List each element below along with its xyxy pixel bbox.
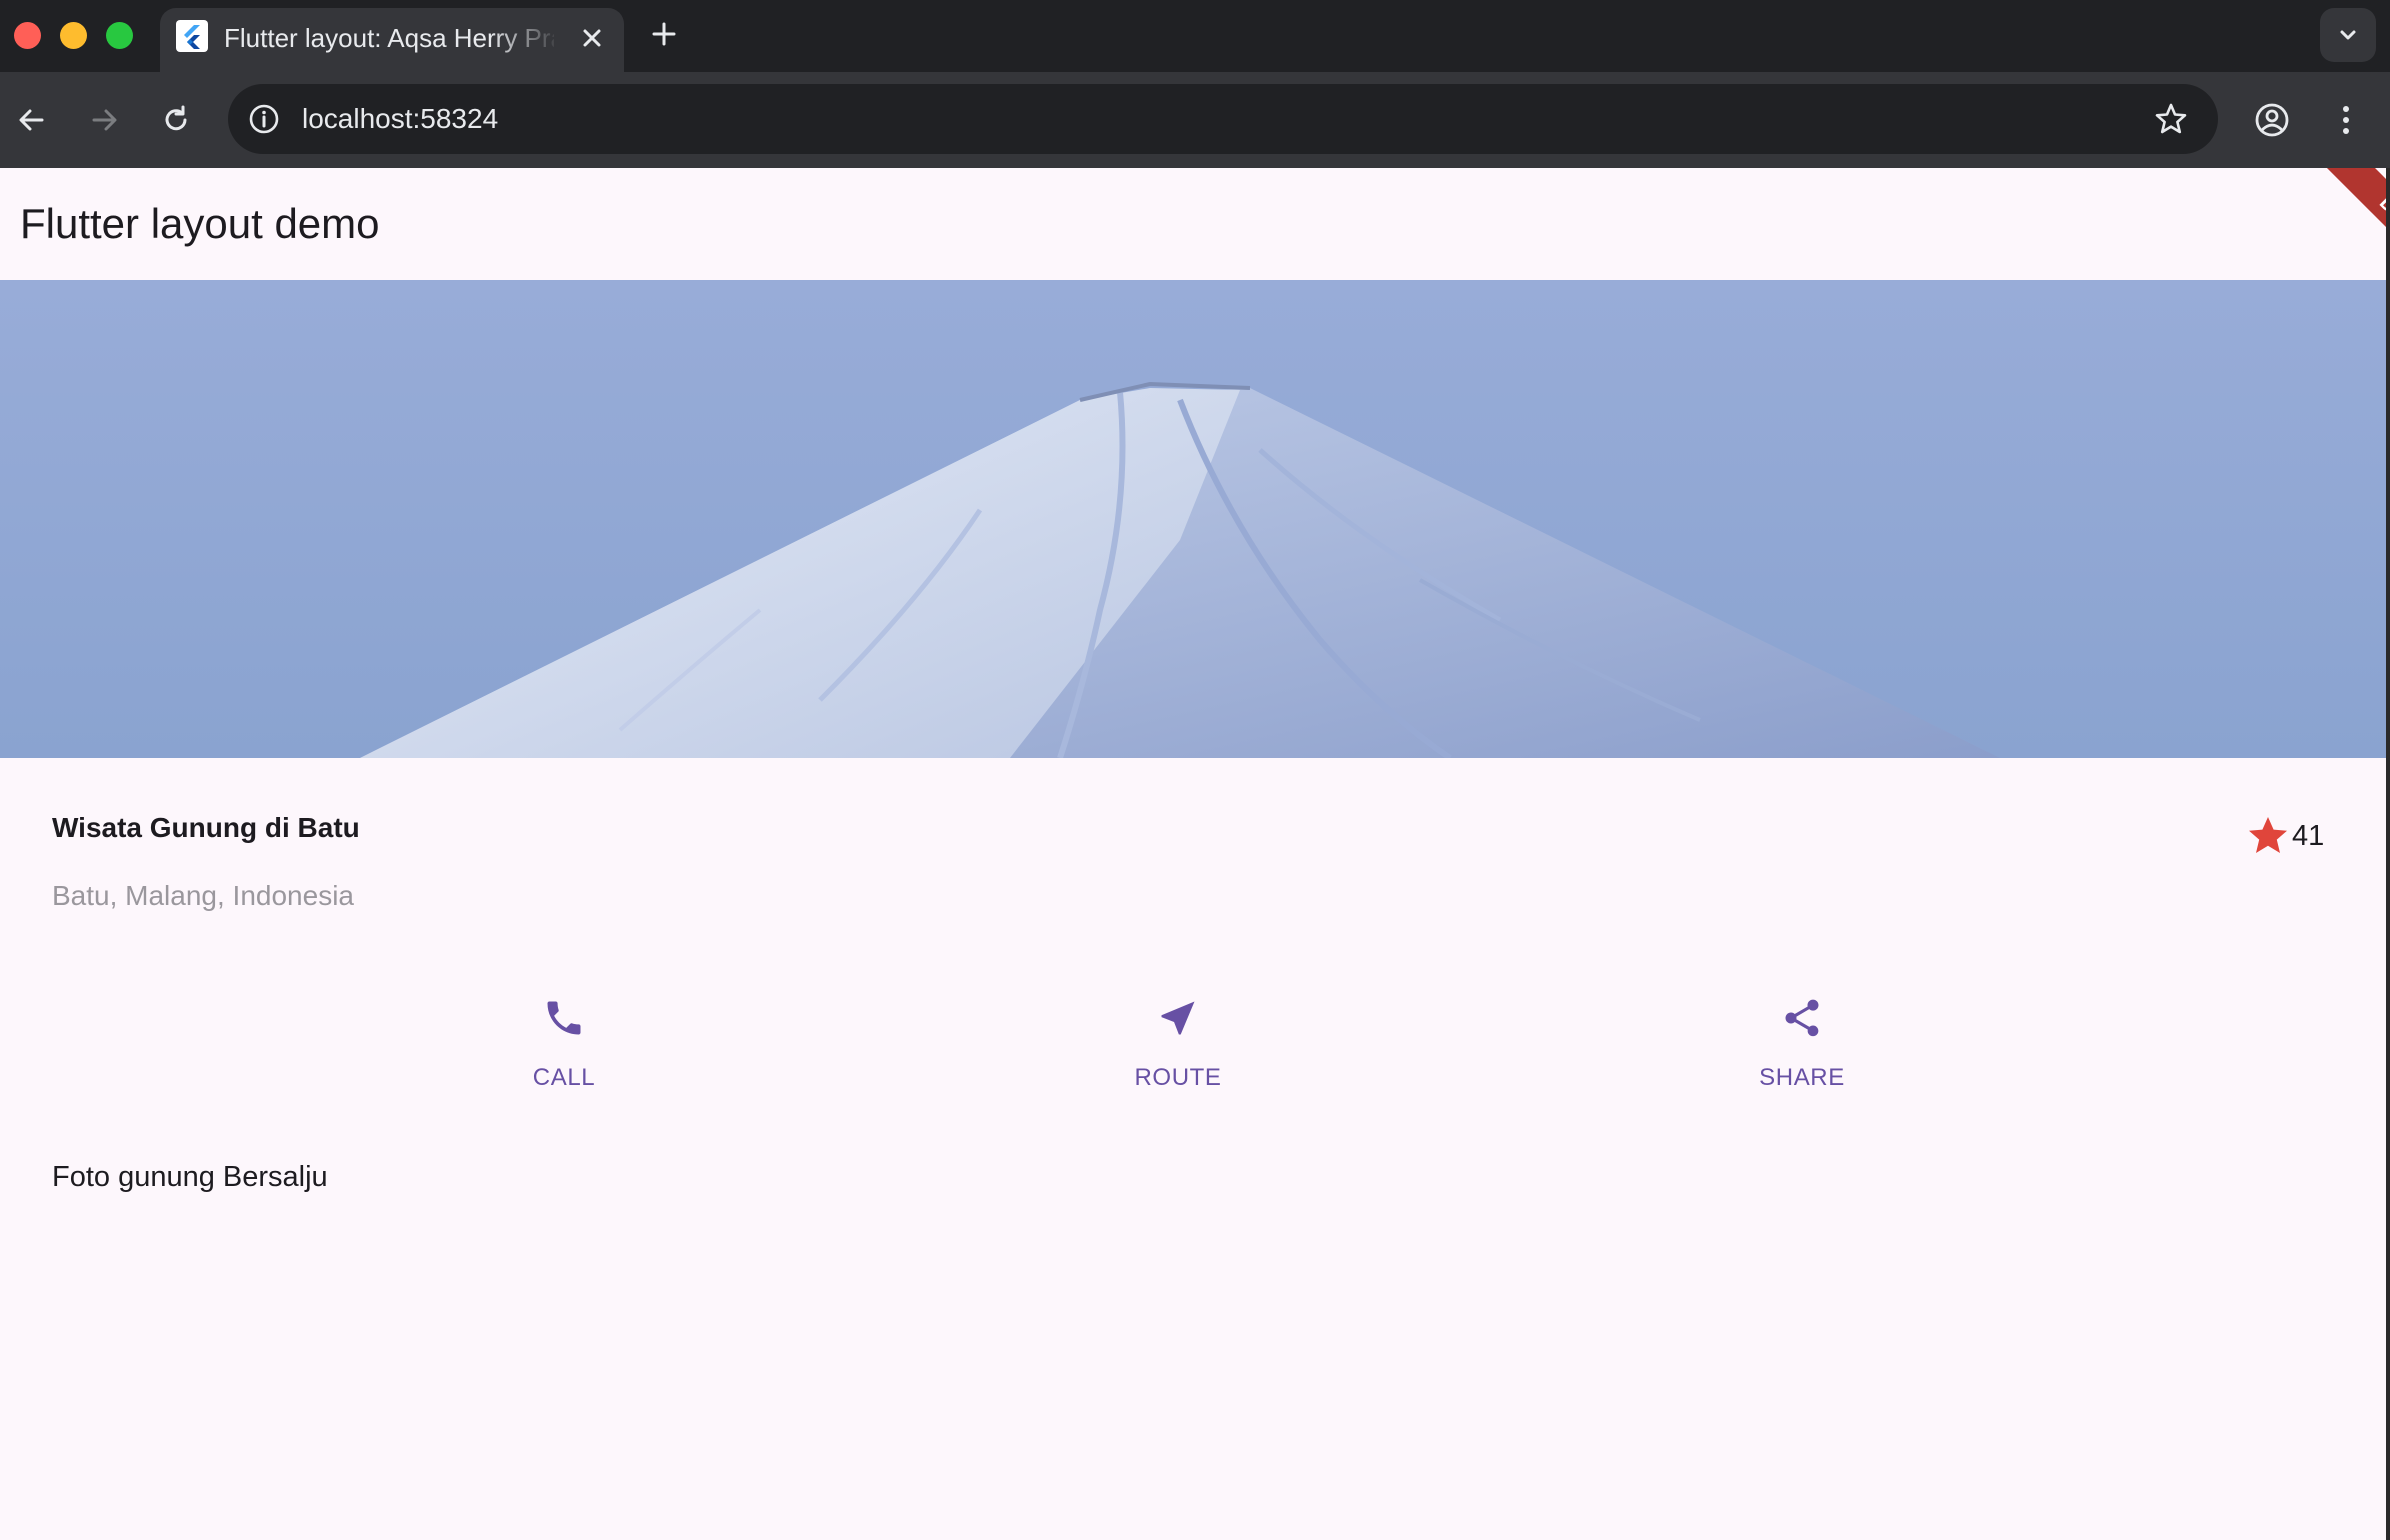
close-icon[interactable] <box>576 22 608 54</box>
url-text[interactable]: localhost:58324 <box>302 84 498 154</box>
star-outline-icon[interactable] <box>2152 100 2190 138</box>
account-circle-icon[interactable] <box>2252 100 2292 140</box>
browser-tab-bar: Flutter layout: Aqsa Herry Pratama <box>0 0 2390 72</box>
share-button[interactable]: SHARE <box>1702 988 1902 1098</box>
mountain-image <box>0 280 2390 758</box>
app-viewport: Flutter layout demo DEBUG <box>0 168 2390 1540</box>
button-section: CALL ROUTE SHARE <box>0 988 2390 1098</box>
phone-icon <box>547 1001 581 1035</box>
star-icon <box>2249 817 2287 853</box>
tab-title-fade <box>490 18 560 58</box>
reload-icon[interactable] <box>156 100 196 140</box>
page-title: Flutter layout demo <box>20 200 380 247</box>
call-button[interactable]: CALL <box>464 988 664 1098</box>
address-bar[interactable]: localhost:58324 <box>228 84 2218 154</box>
more-vert-icon[interactable] <box>2326 100 2366 140</box>
window-minimize-button[interactable] <box>60 22 87 49</box>
info-icon[interactable] <box>246 101 282 137</box>
description-text: Foto gunung Bersalju <box>52 1161 328 1193</box>
rating-count: 41 <box>2292 820 2325 852</box>
place-location: Batu, Malang, Indonesia <box>52 880 354 911</box>
route-button[interactable]: ROUTE <box>1078 988 1278 1098</box>
window-maximize-button[interactable] <box>106 22 133 49</box>
text-section: Foto gunung Bersalju <box>52 1156 2342 1204</box>
call-label: CALL <box>532 1064 596 1091</box>
arrow-left-icon[interactable] <box>12 100 52 140</box>
arrow-right-icon[interactable] <box>84 100 124 140</box>
window-close-button[interactable] <box>14 22 41 49</box>
tab-search-button[interactable] <box>2320 8 2376 62</box>
title-section: Wisata Gunung di Batu Batu, Malang, Indo… <box>52 808 2342 928</box>
share-icon <box>1785 999 1819 1037</box>
plus-icon[interactable] <box>648 18 680 50</box>
route-label: ROUTE <box>1134 1064 1222 1091</box>
browser-toolbar: localhost:58324 <box>0 72 2390 168</box>
app-bar: Flutter layout demo <box>0 168 2390 280</box>
window-edge <box>2386 168 2390 1540</box>
chevron-down-icon <box>2340 30 2356 40</box>
browser-tab[interactable]: Flutter layout: Aqsa Herry Pratama <box>160 8 624 72</box>
share-label: SHARE <box>1759 1064 1845 1091</box>
flutter-logo-icon <box>176 20 208 52</box>
place-name: Wisata Gunung di Batu <box>52 812 360 843</box>
near-me-icon <box>1161 1001 1195 1035</box>
